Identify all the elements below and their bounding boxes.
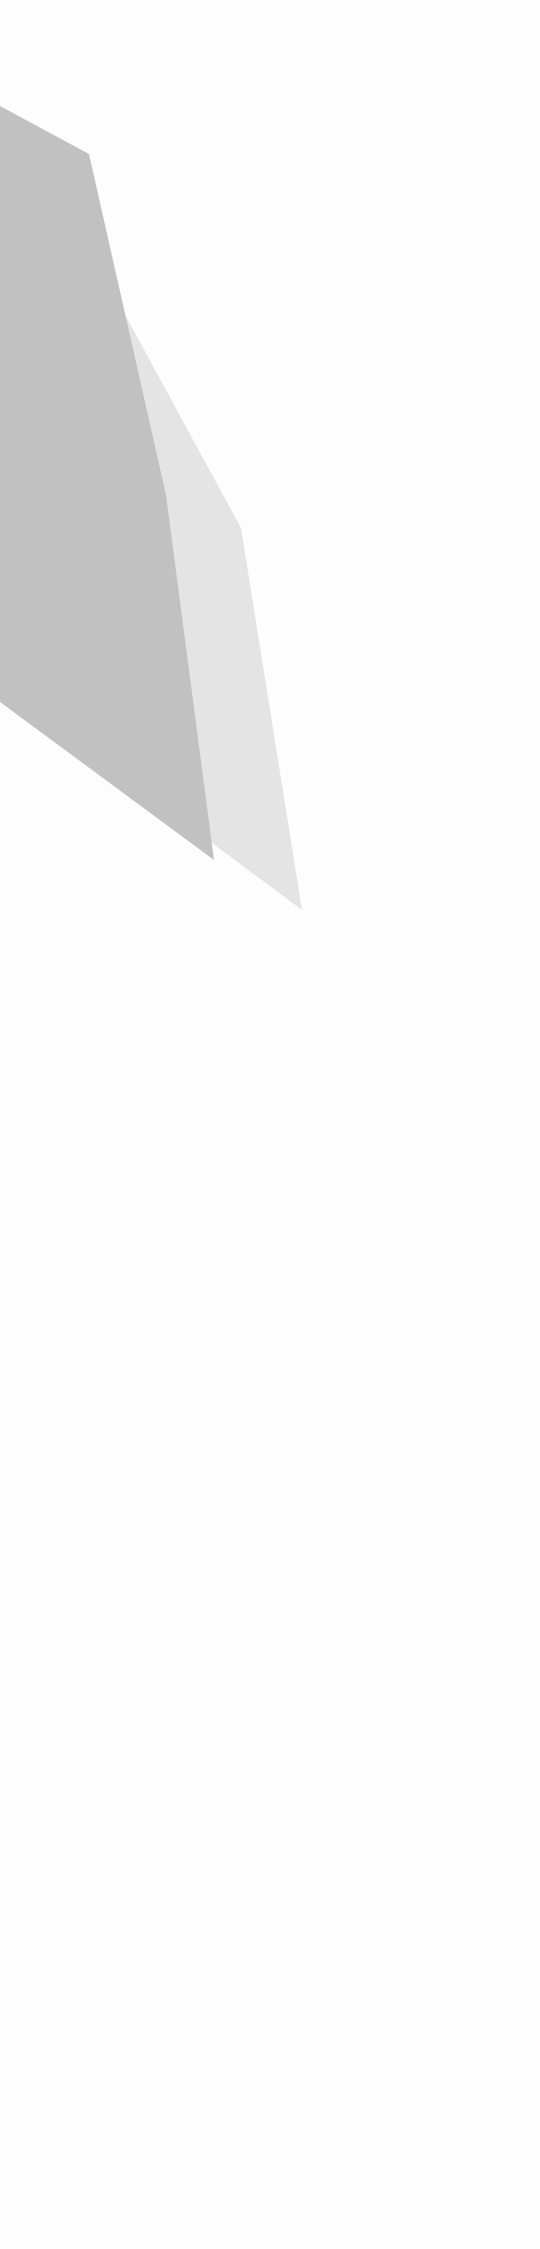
background-canvas xyxy=(0,0,540,2249)
decorative-shapes-graphic xyxy=(0,106,302,910)
